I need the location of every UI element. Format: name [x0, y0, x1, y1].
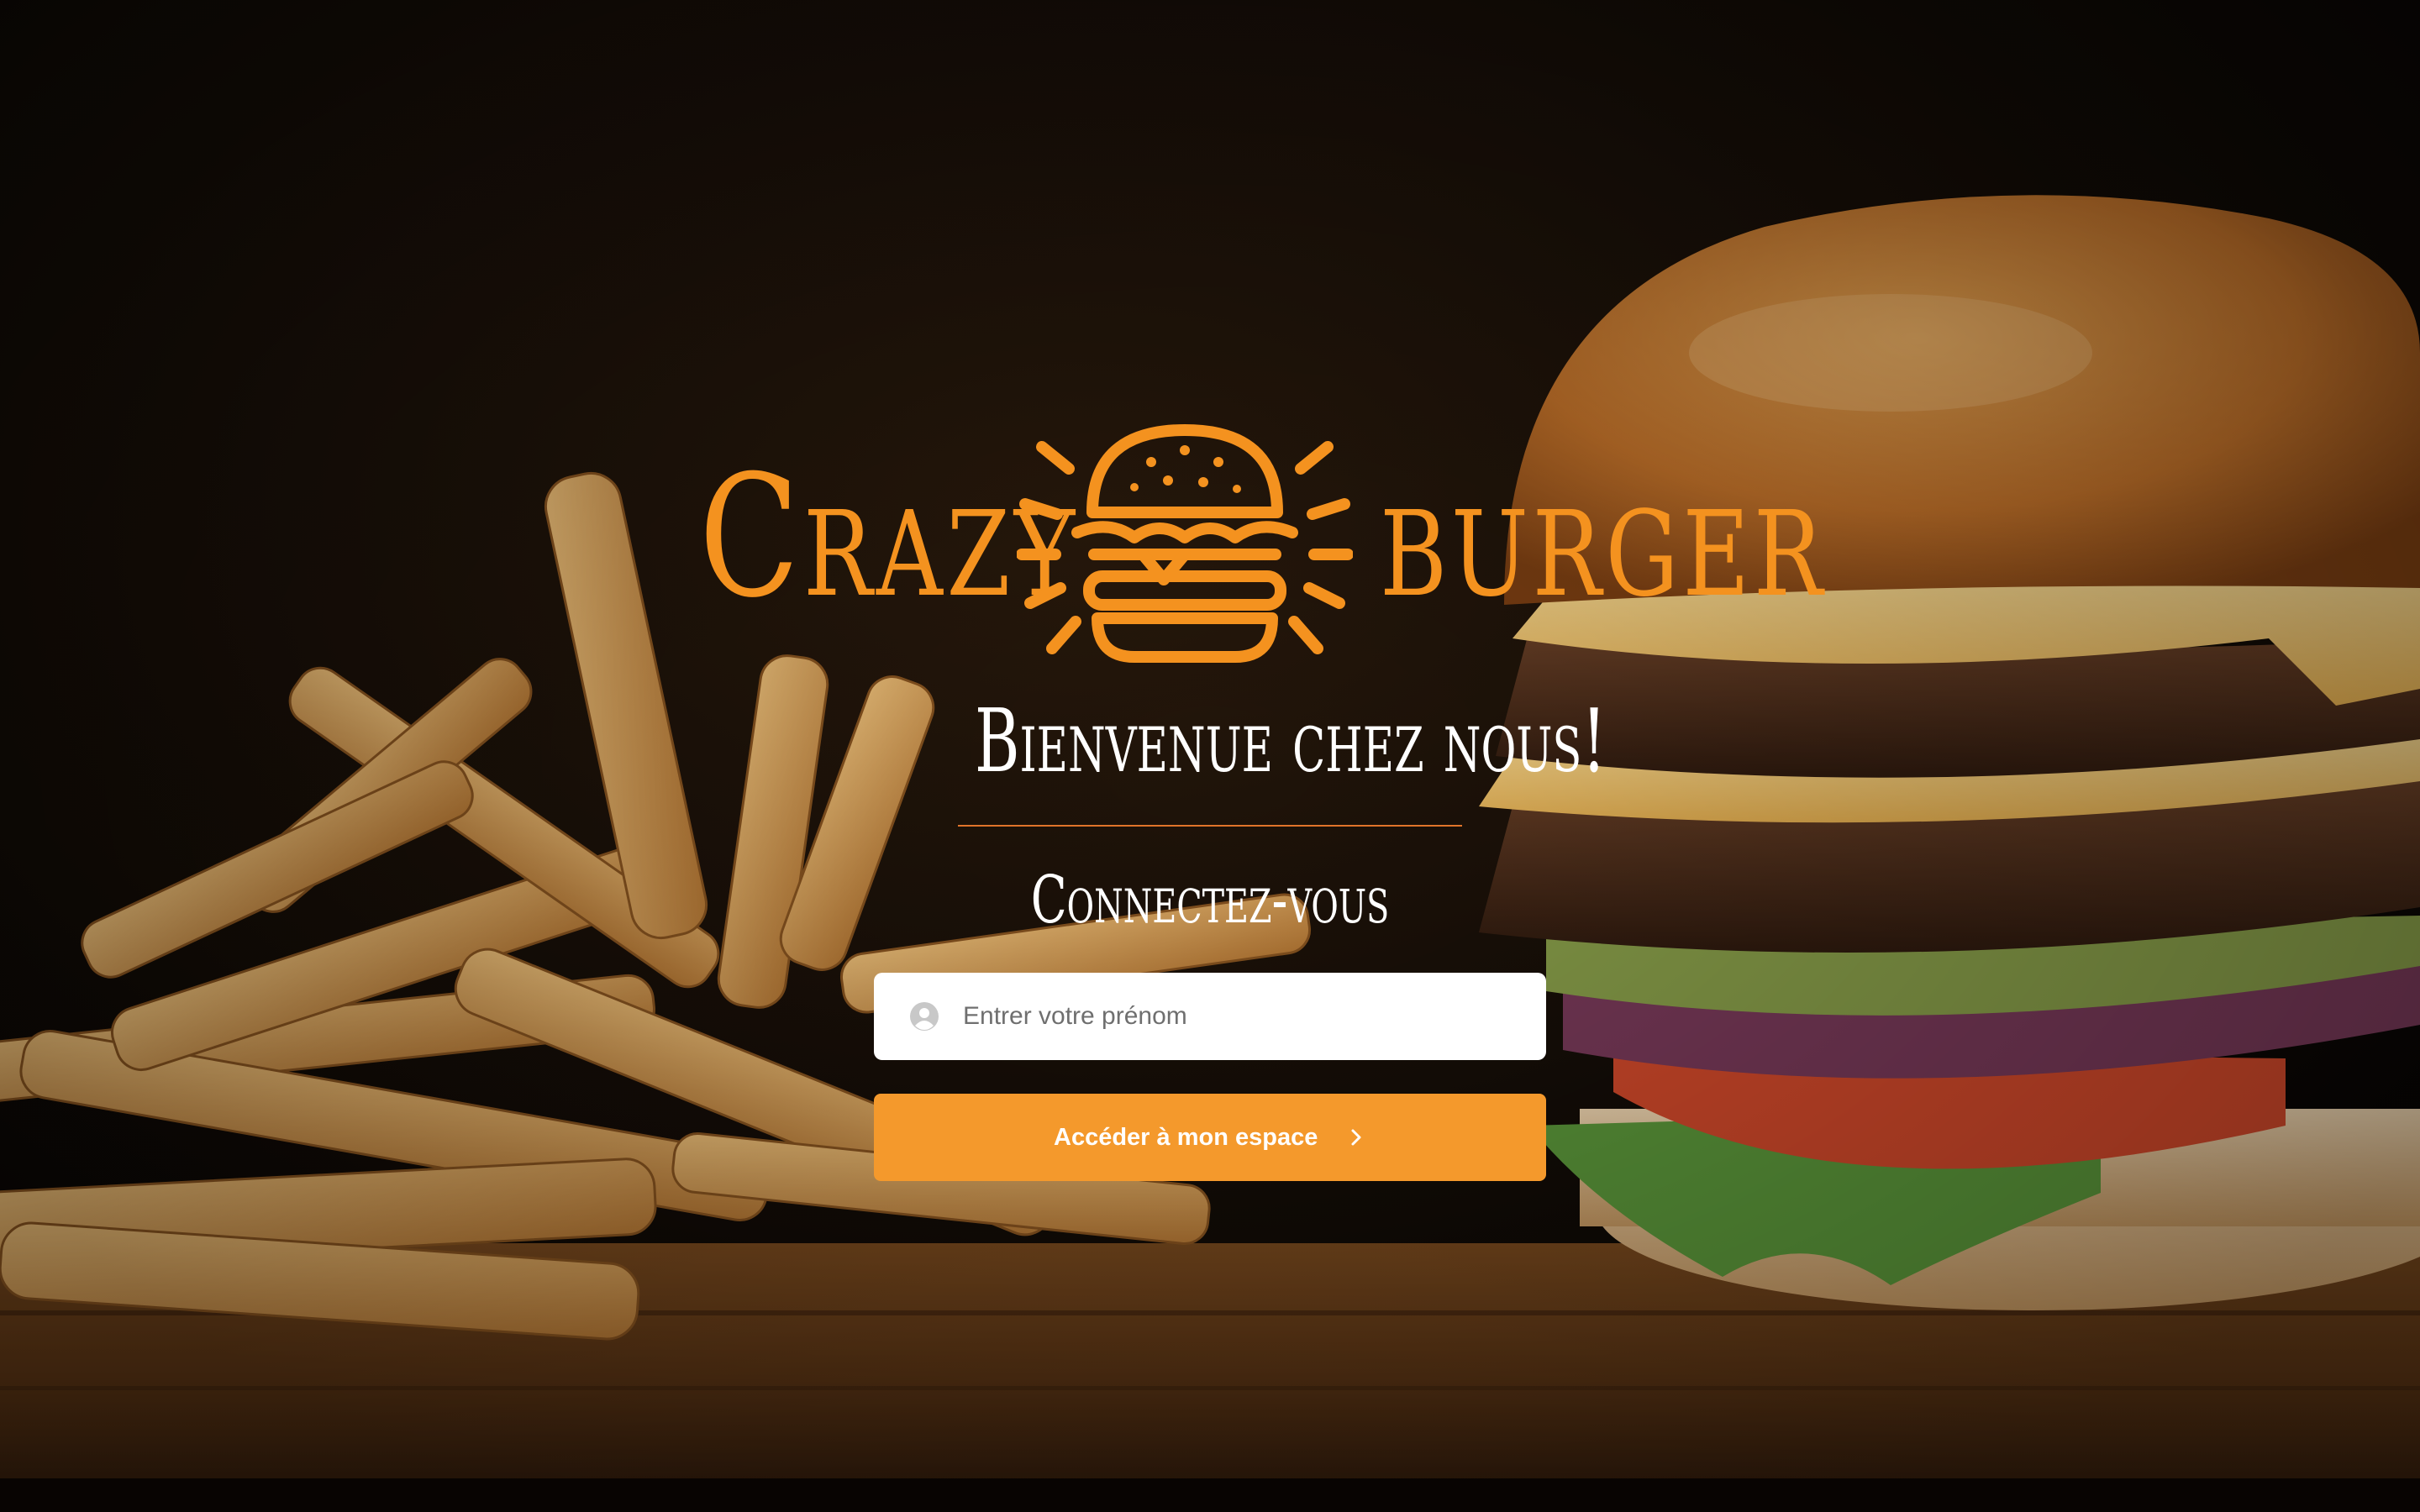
- brand-logo: Crazy burger: [689, 420, 1823, 672]
- first-name-field[interactable]: [874, 973, 1546, 1060]
- access-button-label: Accéder à mon espace: [1054, 1124, 1318, 1151]
- user-circle-icon: [910, 1002, 939, 1031]
- login-subtitle: Connectez-vous: [1030, 863, 1390, 938]
- burger-icon: [1017, 424, 1353, 663]
- brand-word-right: burger: [1380, 439, 1827, 635]
- login-page: Crazy burger Bienvenue chez nous! Connec…: [0, 0, 2420, 1512]
- access-my-space-button[interactable]: Accéder à mon espace: [874, 1094, 1546, 1181]
- chevron-right-icon: [1351, 1129, 1361, 1146]
- welcome-title: Bienvenue chez nous!: [975, 690, 1607, 792]
- first-name-input[interactable]: [963, 973, 1518, 1060]
- title-divider: [958, 825, 1462, 827]
